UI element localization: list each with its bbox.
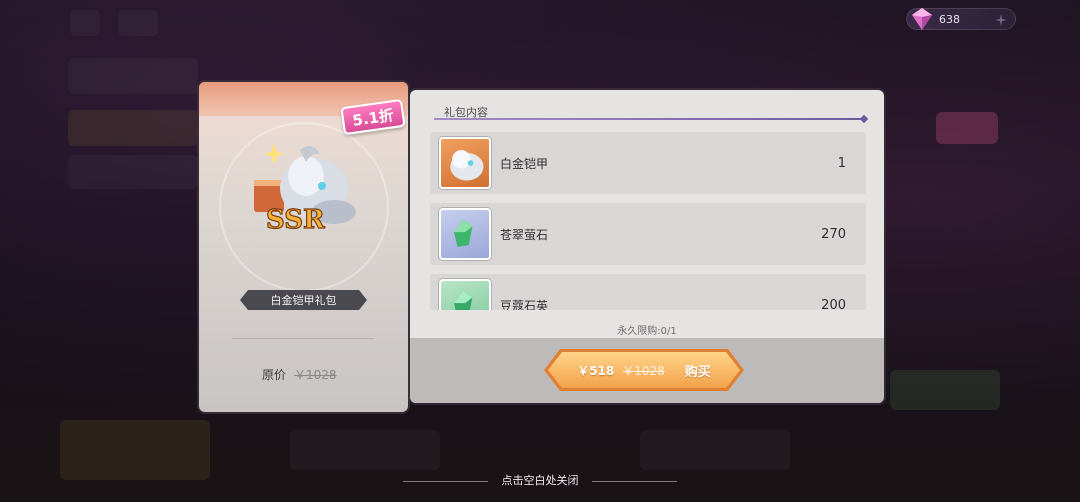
sparkle-icon — [995, 14, 1007, 26]
original-price: 原价 ￥1028 — [262, 366, 337, 383]
currency-display: 638 — [906, 8, 1016, 30]
item-name: 苍翠萤石 — [500, 227, 549, 242]
pack-card — [199, 82, 408, 412]
title-divider — [434, 118, 864, 120]
list-item[interactable]: 苍翠萤石 270 — [430, 203, 866, 265]
list-item[interactable]: 白金铠甲 1 — [430, 132, 866, 194]
item-quantity: 200 — [821, 297, 846, 311]
gem-icon — [912, 8, 932, 30]
divider — [232, 338, 374, 339]
crystal-icon — [439, 208, 491, 260]
item-name: 豆蔻石英 — [500, 298, 549, 311]
divider — [403, 480, 488, 482]
contents-list[interactable]: 白金铠甲 1 苍翠萤石 270 豆蔻石英 200 — [430, 132, 866, 310]
crystal-icon — [439, 279, 491, 310]
pack-name: 白金铠甲礼包 — [240, 290, 367, 310]
divider — [592, 480, 677, 482]
buy-button[interactable]: ￥518 ￥1028 购买 — [548, 352, 740, 388]
currency-amount: 638 — [939, 12, 960, 26]
item-quantity: 270 — [821, 226, 846, 242]
buy-label: 购买 — [684, 364, 711, 380]
close-hint-text: 点击空白处关闭 — [501, 474, 579, 487]
rarity-label: SSR — [266, 205, 325, 235]
close-hint[interactable]: 点击空白处关闭 — [0, 472, 1080, 488]
armor-icon — [439, 137, 491, 189]
original-price-value: ￥1028 — [294, 368, 337, 382]
armor-pack-icon: SSR — [254, 144, 356, 236]
purchase-limit: 永久限购:0/1 — [617, 326, 677, 337]
old-price: ￥1028 — [622, 363, 665, 378]
item-name: 白金铠甲 — [500, 156, 549, 171]
item-quantity: 1 — [837, 155, 846, 171]
sale-price: ￥518 — [577, 363, 615, 378]
original-price-label: 原价 — [262, 368, 287, 382]
list-item[interactable]: 豆蔻石英 200 — [430, 274, 866, 310]
